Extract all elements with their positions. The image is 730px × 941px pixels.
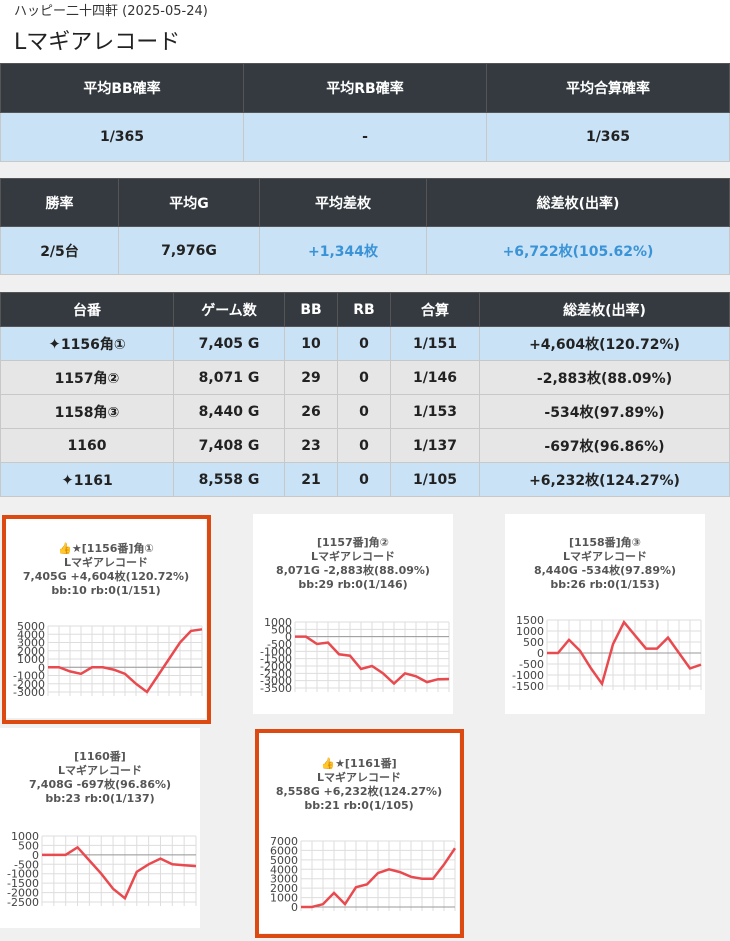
- table-row[interactable]: ✦1161 8,558 G 21 0 1/105 +6,232枚(124.27%…: [0, 462, 730, 497]
- games-cell: 8,440 G: [173, 394, 285, 429]
- card-title: [1158番]角③: [569, 536, 641, 549]
- diff-cell: -2,883枚(88.09%): [479, 360, 730, 395]
- diff-cell: -534枚(97.89%): [479, 394, 730, 429]
- games-cell: 8,071 G: [173, 360, 285, 395]
- col-header: RB: [337, 292, 391, 327]
- avg-total-value: 1/365: [486, 112, 730, 162]
- col-header: 平均BB確率: [0, 63, 244, 113]
- col-header: 平均G: [118, 178, 260, 227]
- table-row[interactable]: ✦1156角① 7,405 G 10 0 1/151 +4,604枚(120.7…: [0, 326, 730, 361]
- diff-cell: -697枚(96.86%): [479, 428, 730, 463]
- machine-number-cell[interactable]: 1160: [0, 428, 174, 463]
- line-chart: 10005000-500-1000-1500-2000-2500-3000-35…: [260, 616, 450, 694]
- page-header: ハッピー二十四軒 (2025-05-24) Lマギアレコード: [0, 0, 730, 63]
- col-header: 平均RB確率: [243, 63, 487, 113]
- card-summary: 8,071G -2,883枚(88.09%): [276, 564, 430, 577]
- total-cell: 1/105: [390, 462, 480, 497]
- col-header: 総差枚(出率): [426, 178, 730, 227]
- col-header: 総差枚(出率): [479, 292, 730, 327]
- bb-cell: 29: [284, 360, 338, 395]
- total-cell: 1/146: [390, 360, 480, 395]
- col-header: 合算: [390, 292, 480, 327]
- chart-card-1158[interactable]: [1158番]角③ Lマギアレコード 8,440G -534枚(97.89%) …: [505, 514, 705, 714]
- bb-cell: 10: [284, 326, 338, 361]
- sparkle-icon: ✦: [48, 334, 61, 353]
- col-header: 平均合算確率: [486, 63, 730, 113]
- line-chart: 10005000-500-1000-1500-2000-2500: [7, 830, 197, 908]
- y-tick-label: -1500: [512, 680, 544, 692]
- rb-cell: 0: [337, 394, 391, 429]
- col-header: 台番: [0, 292, 174, 327]
- card-bonus: bb:23 rb:0(1/137): [45, 792, 155, 805]
- highlight-frame: [255, 729, 464, 938]
- bb-cell: 21: [284, 462, 338, 497]
- page-title: Lマギアレコード: [14, 30, 181, 55]
- machine-number: 1157角②: [54, 370, 120, 387]
- win-rate-value: 2/5台: [0, 226, 119, 275]
- diff-cell: +4,604枚(120.72%): [479, 326, 730, 361]
- card-summary: 8,440G -534枚(97.89%): [533, 564, 677, 577]
- col-header: ゲーム数: [173, 292, 285, 327]
- total-diff-value: +6,722枚(105.62%): [426, 226, 730, 275]
- card-title: [1157番]角②: [317, 536, 389, 549]
- page-subtitle: ハッピー二十四軒 (2025-05-24): [14, 4, 208, 19]
- card-machine: Lマギアレコード: [310, 550, 395, 563]
- card-bonus: bb:29 rb:0(1/146): [298, 578, 408, 591]
- y-tick-label: -2500: [7, 896, 39, 908]
- machine-number-cell[interactable]: 1158角③: [0, 394, 174, 429]
- diff-cell: +6,232枚(124.27%): [479, 462, 730, 497]
- machine-number-cell[interactable]: 1157角②: [0, 360, 174, 395]
- card-bonus: bb:26 rb:0(1/153): [550, 578, 660, 591]
- avg-bb-value: 1/365: [0, 112, 244, 162]
- stats-table-probability: 平均BB確率 平均RB確率 平均合算確率 1/365 - 1/365: [0, 63, 730, 162]
- total-cell: 1/153: [390, 394, 480, 429]
- games-cell: 8,558 G: [173, 462, 285, 497]
- avg-diff-value: +1,344枚: [259, 226, 427, 275]
- bb-cell: 26: [284, 394, 338, 429]
- y-tick-label: -3500: [260, 682, 292, 694]
- rb-cell: 0: [337, 326, 391, 361]
- col-header: 平均差枚: [259, 178, 427, 227]
- card-machine: Lマギアレコード: [562, 550, 647, 563]
- rb-cell: 0: [337, 462, 391, 497]
- table-row[interactable]: 1160 7,408 G 23 0 1/137 -697枚(96.86%): [0, 428, 730, 463]
- total-cell: 1/151: [390, 326, 480, 361]
- avg-rb-value: -: [243, 112, 487, 162]
- card-machine: Lマギアレコード: [57, 764, 142, 777]
- machine-number: 1161: [73, 472, 113, 489]
- sparkle-icon: ✦: [61, 470, 74, 489]
- col-header: BB: [284, 292, 338, 327]
- games-cell: 7,405 G: [173, 326, 285, 361]
- machine-table: 台番 ゲーム数 BB RB 合算 総差枚(出率) ✦1156角① 7,405 G…: [0, 292, 730, 497]
- machine-number-cell[interactable]: ✦1156角①: [0, 326, 174, 361]
- avg-games-value: 7,976G: [118, 226, 260, 275]
- chart-card-1160[interactable]: [1160番] Lマギアレコード 7,408G -697枚(96.86%) bb…: [0, 728, 200, 928]
- stats-table-summary: 勝率 平均G 平均差枚 総差枚(出率) 2/5台 7,976G +1,344枚 …: [0, 178, 730, 275]
- total-cell: 1/137: [390, 428, 480, 463]
- machine-number: 1160: [67, 437, 107, 454]
- rb-cell: 0: [337, 428, 391, 463]
- line-chart: 150010005000-500-1000-1500: [512, 614, 702, 692]
- table-row[interactable]: 1157角② 8,071 G 29 0 1/146 -2,883枚(88.09%…: [0, 360, 730, 395]
- col-header: 勝率: [0, 178, 119, 227]
- table-row[interactable]: 1158角③ 8,440 G 26 0 1/153 -534枚(97.89%): [0, 394, 730, 429]
- card-title: [1160番]: [74, 750, 126, 763]
- chart-card-1157[interactable]: [1157番]角② Lマギアレコード 8,071G -2,883枚(88.09%…: [253, 514, 453, 714]
- machine-number-cell[interactable]: ✦1161: [0, 462, 174, 497]
- games-cell: 7,408 G: [173, 428, 285, 463]
- bb-cell: 23: [284, 428, 338, 463]
- rb-cell: 0: [337, 360, 391, 395]
- card-summary: 7,408G -697枚(96.86%): [28, 778, 172, 791]
- machine-number: 1158角③: [54, 404, 120, 421]
- machine-number: 1156角①: [60, 336, 126, 353]
- highlight-frame: [2, 515, 211, 724]
